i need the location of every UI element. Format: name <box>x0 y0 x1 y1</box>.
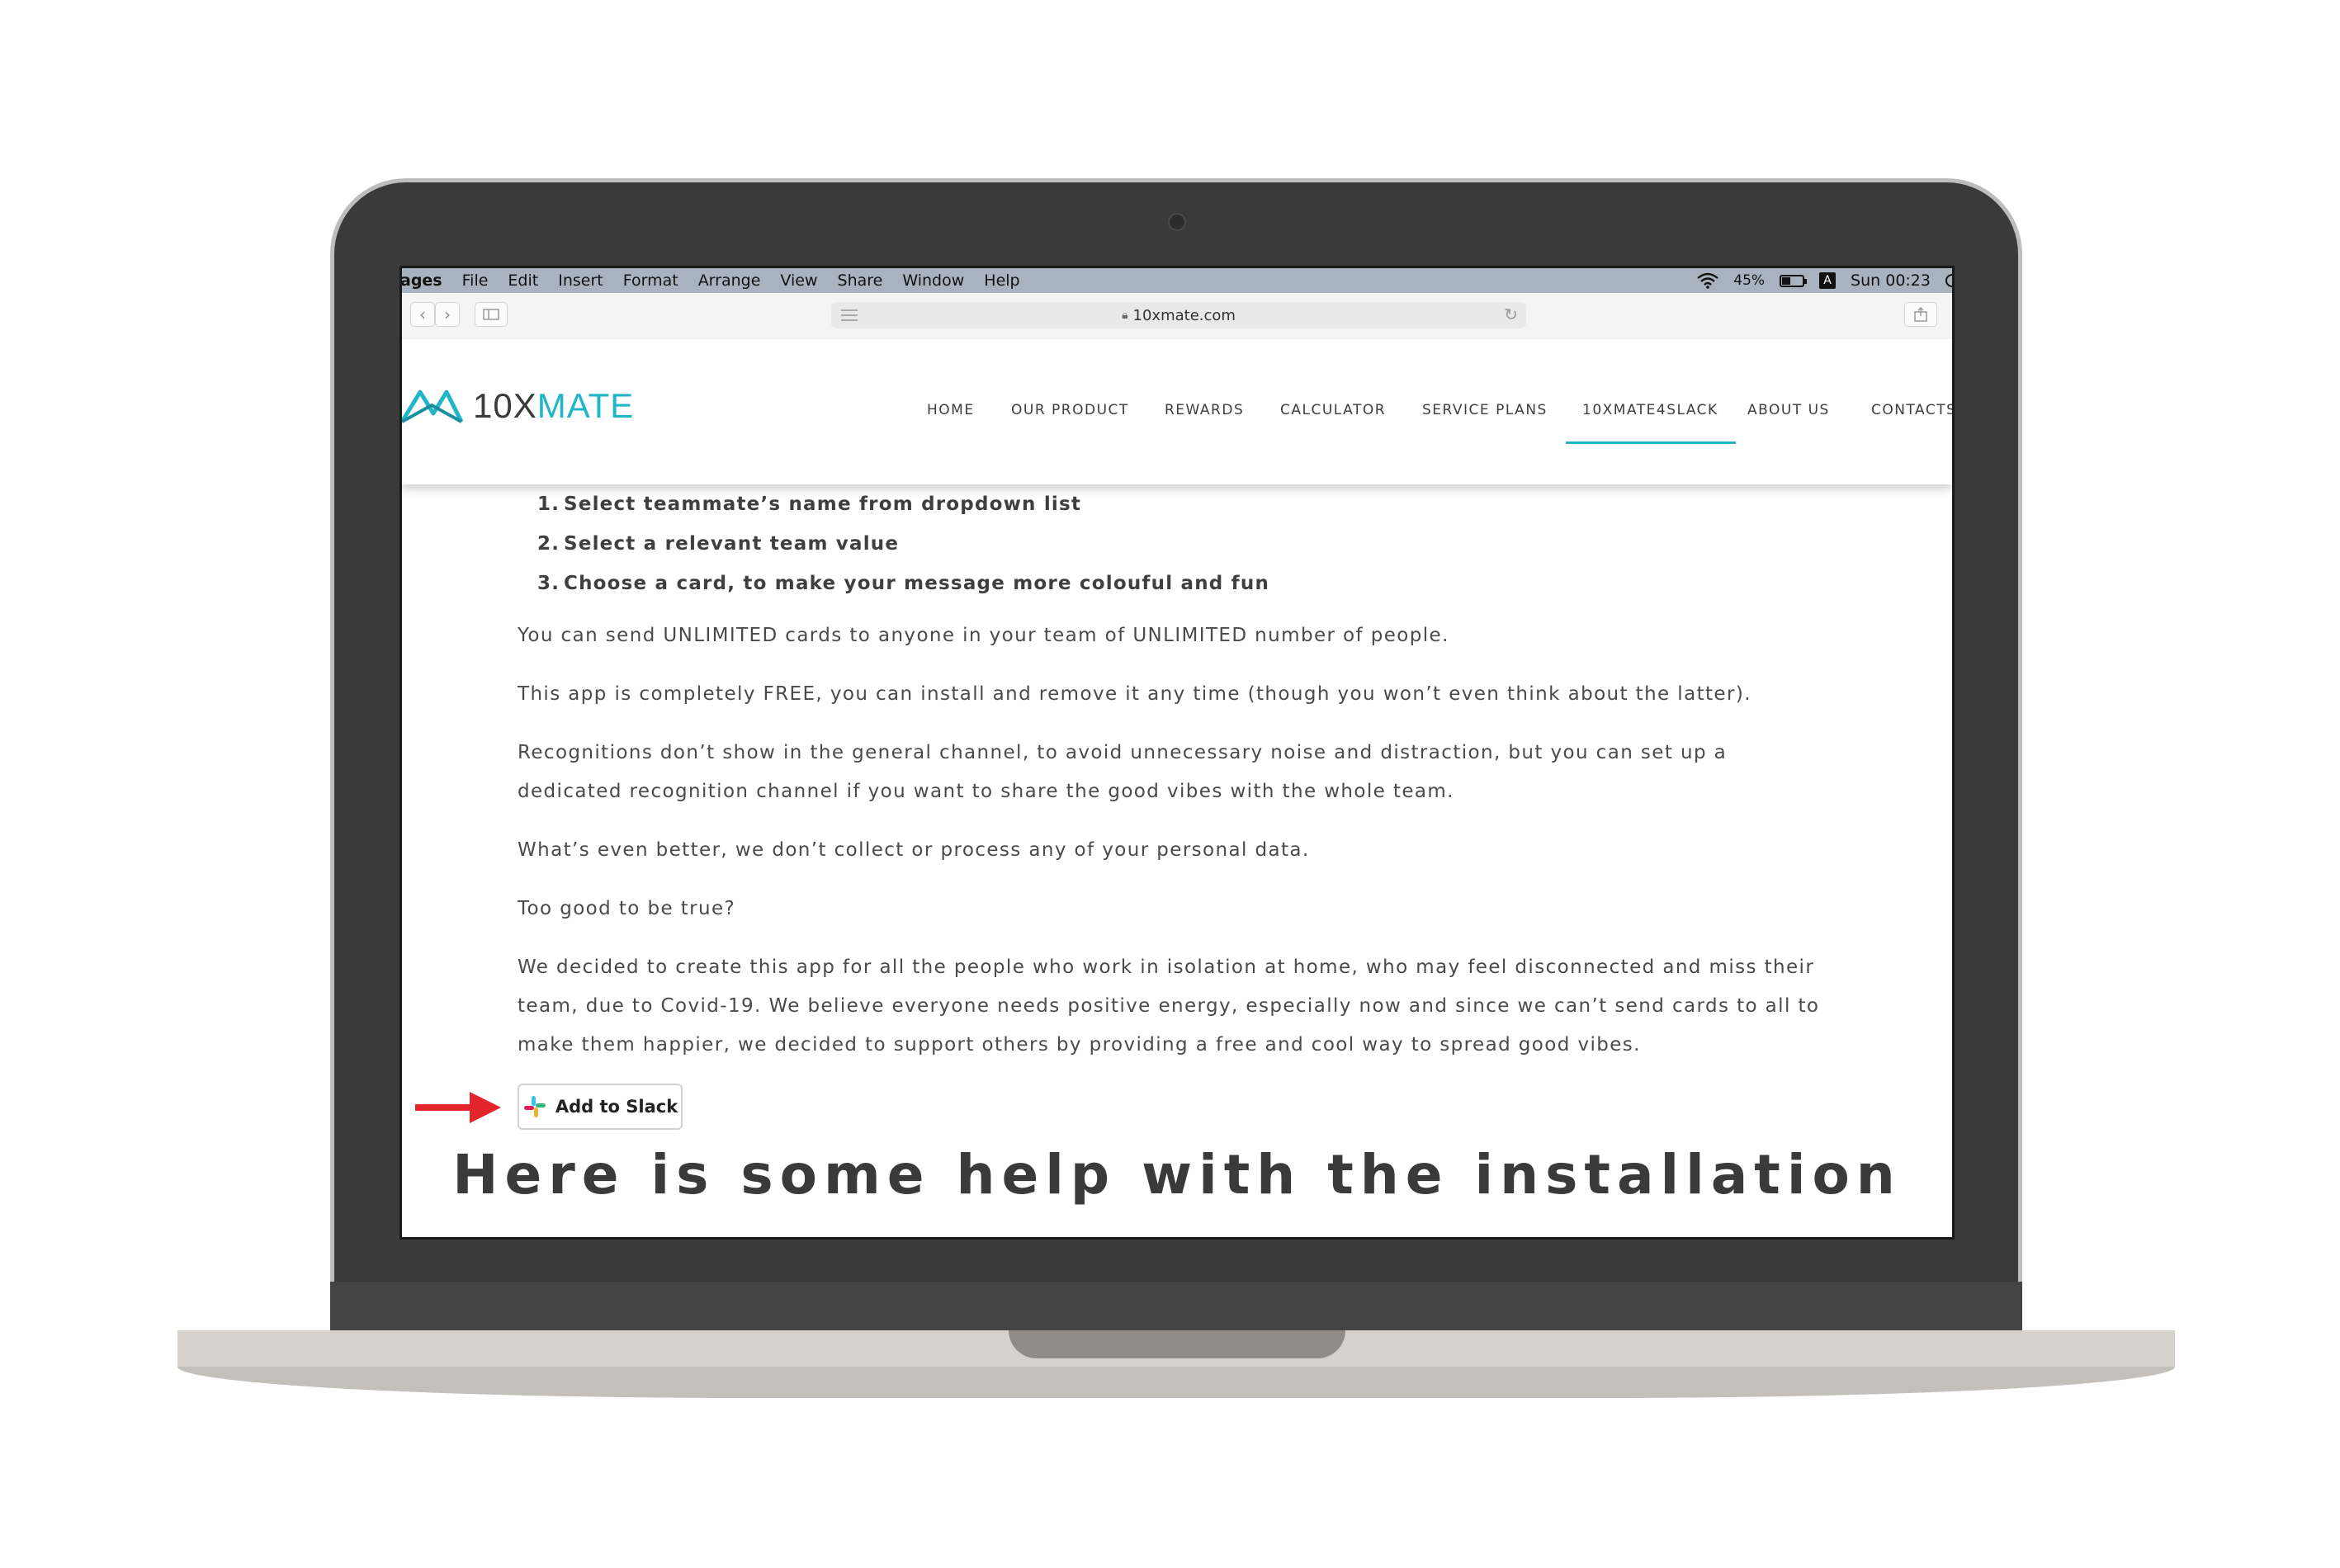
chevron-left-icon: ‹ <box>419 305 426 324</box>
paragraph-why: We decided to create this app for all th… <box>518 956 1820 1056</box>
status-area: 45% A Sun 00:23 <box>1697 272 1952 290</box>
paragraph-free: This app is completely FREE, you can ins… <box>518 683 1751 705</box>
url-text: 10xmate.com <box>1132 306 1236 324</box>
logo-text: 10XMATE <box>473 386 634 426</box>
nav-rewards[interactable]: REWARDS <box>1165 402 1244 418</box>
slack-logo-icon <box>523 1096 546 1117</box>
step-number: 2. <box>537 533 560 555</box>
laptop-screen: ages File Edit Insert Format Arrange Vie… <box>399 266 1955 1240</box>
menu-file[interactable]: File <box>462 272 489 290</box>
laptop-base-bottom <box>177 1367 2175 1398</box>
step-number: 1. <box>537 494 560 515</box>
menu-clock[interactable]: Sun 00:23 <box>1851 272 1931 290</box>
paragraph-recognitions: Recognitions don’t show in the general c… <box>518 742 1728 802</box>
nav-about-us[interactable]: ABOUT US <box>1747 402 1830 418</box>
site-logo[interactable]: 10XMATE <box>402 385 634 427</box>
battery-icon[interactable] <box>1780 274 1808 287</box>
share-icon <box>1914 307 1927 322</box>
add-to-slack-button[interactable]: Add to Slack <box>518 1084 683 1130</box>
battery-percent: 45% <box>1733 272 1766 289</box>
menu-insert[interactable]: Insert <box>558 272 603 290</box>
page-content: 1. Select teammate’s name from dropdown l… <box>518 484 1838 1065</box>
list-item: 3. Choose a card, to make your message mo… <box>537 564 1838 603</box>
step-number: 3. <box>537 573 560 594</box>
nav-calculator[interactable]: CALCULATOR <box>1280 402 1386 418</box>
chevron-right-icon: › <box>444 305 451 324</box>
step-text: Select teammate’s name from dropdown lis… <box>564 494 1082 515</box>
help-heading: Here is some help with the installation <box>452 1143 1902 1207</box>
logo-accent: MATE <box>537 386 635 425</box>
reload-icon[interactable]: ↻ <box>1504 305 1518 324</box>
list-item: 1. Select teammate’s name from dropdown l… <box>537 484 1838 524</box>
paragraph-unlimited: You can send UNLIMITED cards to anyone i… <box>518 625 1449 646</box>
laptop-notch <box>1009 1330 1345 1358</box>
sidebar-icon <box>483 309 499 320</box>
nav-service-plans[interactable]: SERVICE PLANS <box>1422 402 1548 418</box>
reader-icon[interactable] <box>841 309 858 321</box>
sidebar-button[interactable] <box>475 302 508 327</box>
step-text: Select a relevant team value <box>564 533 900 555</box>
red-arrow-icon <box>415 1092 501 1123</box>
paragraph-too-good: Too good to be true? <box>518 898 736 919</box>
menu-bar: ages File Edit Insert Format Arrange Vie… <box>402 268 1952 293</box>
nav-10xmate4slack[interactable]: 10XMATE4SLACK <box>1582 402 1718 418</box>
step-text: Choose a card, to make your message more… <box>564 573 1270 594</box>
spotlight-icon[interactable] <box>1945 274 1952 287</box>
menu-window[interactable]: Window <box>902 272 964 290</box>
share-button[interactable] <box>1904 302 1937 327</box>
mountain-logo-icon <box>402 390 464 423</box>
nav-our-product[interactable]: OUR PRODUCT <box>1011 402 1129 418</box>
address-bar[interactable]: 🔒︎ 10xmate.com ↻ <box>831 302 1526 328</box>
paragraph-privacy: What’s even better, we don’t collect or … <box>518 839 1310 861</box>
camera-icon <box>1168 213 1186 231</box>
add-to-slack-label: Add to Slack <box>555 1097 678 1117</box>
menu-format[interactable]: Format <box>623 272 678 290</box>
forward-button[interactable]: › <box>435 302 460 327</box>
input-source-icon[interactable]: A <box>1819 272 1837 289</box>
nav-home[interactable]: HOME <box>927 402 975 418</box>
menu-arrange[interactable]: Arrange <box>698 272 761 290</box>
menu-help[interactable]: Help <box>984 272 1019 290</box>
nav-contacts[interactable]: CONTACTS <box>1871 402 1952 418</box>
menu-edit[interactable]: Edit <box>508 272 538 290</box>
wifi-icon[interactable] <box>1697 272 1719 289</box>
back-button[interactable]: ‹ <box>410 302 435 327</box>
logo-prefix: 10X <box>473 386 537 425</box>
menu-share[interactable]: Share <box>838 272 883 290</box>
steps-list: 1. Select teammate’s name from dropdown l… <box>518 484 1838 603</box>
site-header: 10XMATE HOME OUR PRODUCT REWARDS CALCULA… <box>402 339 1952 484</box>
lock-icon: 🔒︎ <box>1122 309 1128 322</box>
browser-toolbar: ‹ › 🔒︎ 10xmate.com ↻ <box>402 293 1952 340</box>
list-item: 2. Select a relevant team value <box>537 524 1838 564</box>
active-nav-indicator <box>1566 442 1736 444</box>
menu-view[interactable]: View <box>780 272 817 290</box>
menu-app[interactable]: ages <box>402 272 442 290</box>
